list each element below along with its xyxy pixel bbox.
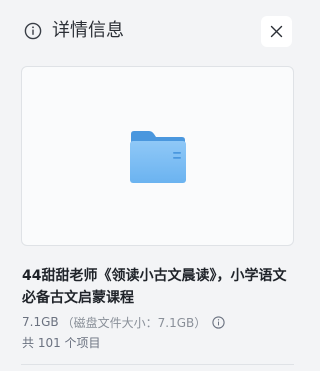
panel-header: 详情信息 xyxy=(0,0,312,64)
size-row: 7.1GB （磁盘文件大小：7.1GB） xyxy=(22,313,225,331)
item-count: 共 101 个项目 xyxy=(22,336,101,350)
close-icon xyxy=(270,25,283,38)
item-name: 44甜甜老师《领读小古文晨读》，小学语文必备古文启蒙课程 xyxy=(22,268,287,306)
detail-panel: 详情信息 44甜甜老师《领读小古文晨读》，小学语文必备古文启蒙课程 7.1GB … xyxy=(0,0,312,371)
divider xyxy=(21,364,294,365)
item-size: 7.1GB xyxy=(22,315,59,329)
info-circle-icon[interactable] xyxy=(212,315,225,329)
preview-area xyxy=(21,66,294,246)
info-circle-icon xyxy=(24,22,42,40)
panel-title: 详情信息 xyxy=(52,20,124,41)
disk-size: （磁盘文件大小：7.1GB） xyxy=(61,315,207,330)
folder-icon xyxy=(130,131,186,183)
close-button[interactable] xyxy=(261,16,292,47)
